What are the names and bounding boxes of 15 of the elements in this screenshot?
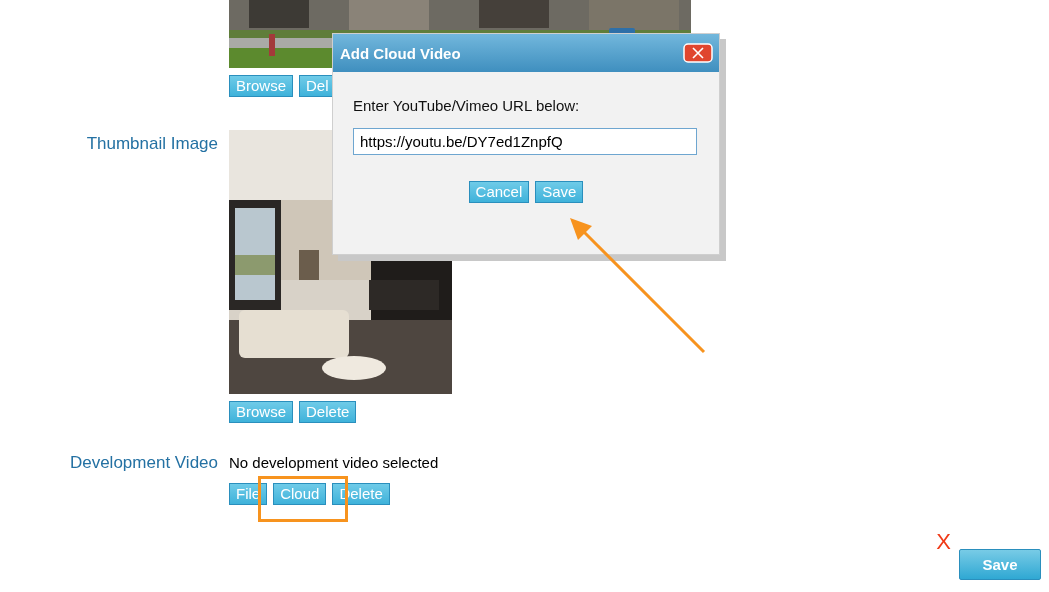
cancel-link[interactable]: X [936, 531, 951, 553]
field-label: Development Video [69, 453, 218, 474]
save-button[interactable]: Save [959, 549, 1041, 580]
field-label: Thumbnail Image [86, 134, 218, 155]
action-button[interactable]: Delete [299, 401, 357, 423]
action-button[interactable]: Browse [229, 401, 294, 423]
dialog-button[interactable]: Save [535, 181, 584, 203]
dialog-button[interactable]: Cancel [468, 181, 530, 203]
status-text: No development video selected [229, 453, 439, 473]
prompt-text: Enter YouTube/Vimeo URL below: [353, 97, 581, 114]
image-action-button[interactable]: Browse [229, 75, 294, 97]
dialog-title: Add Cloud Video [340, 44, 461, 62]
action-button[interactable]: File [229, 483, 268, 505]
action-button[interactable]: Cloud [273, 483, 327, 505]
url-field[interactable]: https://youtu.be/DY7ed1ZnpfQ [353, 128, 697, 155]
